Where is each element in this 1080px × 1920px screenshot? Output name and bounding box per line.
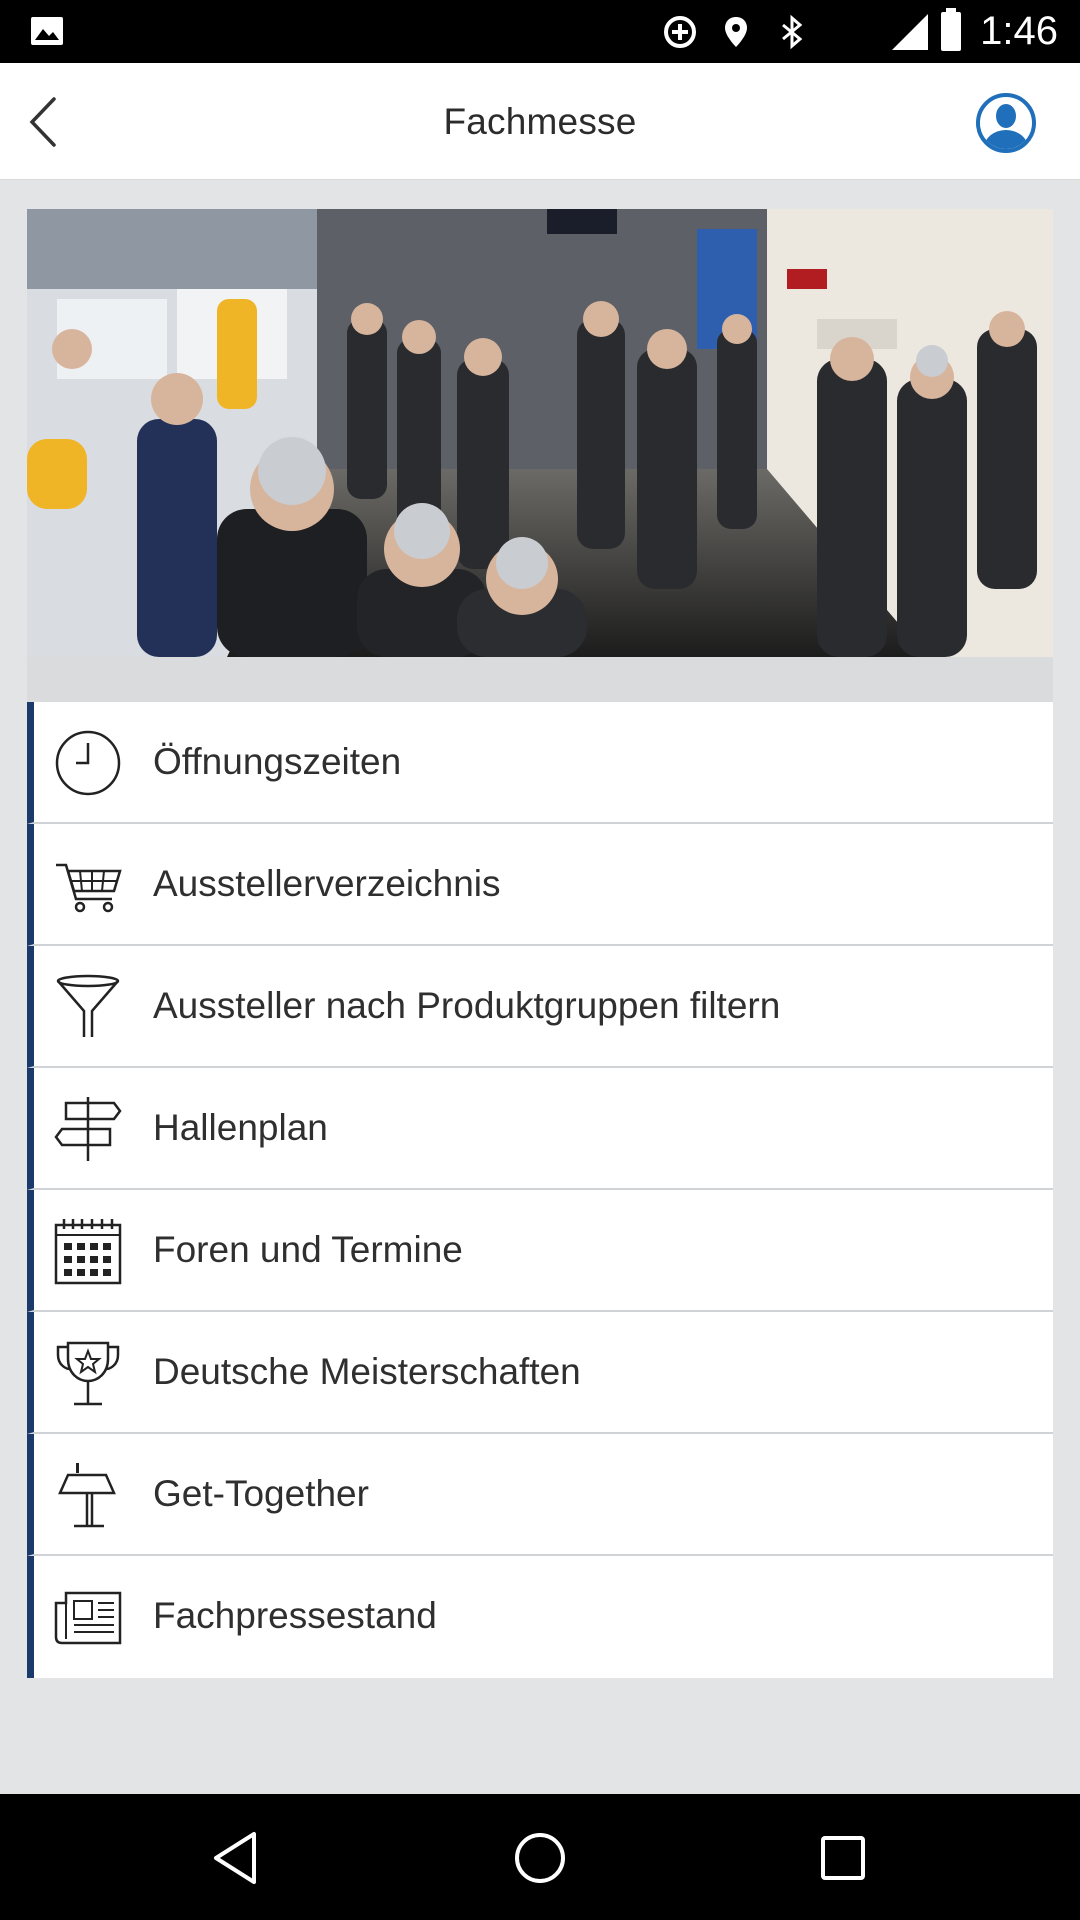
status-bar: 1:46 xyxy=(0,0,1080,63)
calendar-icon xyxy=(54,1219,122,1285)
page-title: Fachmesse xyxy=(443,101,637,142)
signpost-icon xyxy=(54,1097,122,1161)
menu-item-label: Aussteller nach Produktgruppen filtern xyxy=(153,985,781,1026)
user-profile-icon[interactable] xyxy=(975,92,1037,154)
menu-list: Öffnungszeiten Ausstellerverzeichnis Aus… xyxy=(27,702,1053,1678)
menu-item-label: Fachpressestand xyxy=(153,1595,437,1636)
standing-table-icon xyxy=(58,1463,116,1528)
location-icon xyxy=(725,17,747,47)
menu-item-deutsche-meisterschaften[interactable]: Deutsche Meisterschaften xyxy=(27,1312,1053,1434)
menu-item-produktgruppen-filtern[interactable]: Aussteller nach Produktgruppen filtern xyxy=(27,946,1053,1068)
bluetooth-icon xyxy=(782,14,803,50)
menu-item-ausstellerverzeichnis[interactable]: Ausstellerverzeichnis xyxy=(27,824,1053,946)
data-saver-icon xyxy=(664,16,696,48)
menu-item-label: Get-Together xyxy=(153,1473,369,1514)
menu-item-fachpressestand[interactable]: Fachpressestand xyxy=(27,1556,1053,1678)
status-clock: 1:46 xyxy=(980,9,1058,53)
menu-item-label: Ausstellerverzeichnis xyxy=(153,863,501,904)
wifi-signal-icon xyxy=(892,14,928,50)
menu-item-oeffnungszeiten[interactable]: Öffnungszeiten xyxy=(27,702,1053,824)
clock-icon xyxy=(55,730,121,796)
hero-divider xyxy=(27,657,1053,702)
gallery-icon xyxy=(31,17,63,45)
newspaper-icon xyxy=(54,1591,122,1645)
menu-item-get-together[interactable]: Get-Together xyxy=(27,1434,1053,1556)
menu-item-label: Deutsche Meisterschaften xyxy=(153,1351,581,1392)
system-nav-bar xyxy=(0,1794,1080,1920)
menu-item-label: Hallenplan xyxy=(153,1107,328,1148)
trophy-icon xyxy=(56,1341,120,1406)
menu-item-foren-und-termine[interactable]: Foren und Termine xyxy=(27,1190,1053,1312)
filter-funnel-icon xyxy=(56,974,120,1037)
cart-icon xyxy=(56,863,122,913)
nav-home-icon[interactable] xyxy=(510,1828,570,1888)
menu-item-label: Foren und Termine xyxy=(153,1229,463,1270)
nav-back-icon[interactable] xyxy=(206,1828,266,1888)
nav-recents-icon[interactable] xyxy=(813,1828,873,1888)
battery-icon xyxy=(941,8,961,51)
app-bar: Fachmesse xyxy=(0,63,1080,180)
hero-image xyxy=(27,209,1053,657)
menu-item-hallenplan[interactable]: Hallenplan xyxy=(27,1068,1053,1190)
menu-item-label: Öffnungszeiten xyxy=(153,741,402,782)
